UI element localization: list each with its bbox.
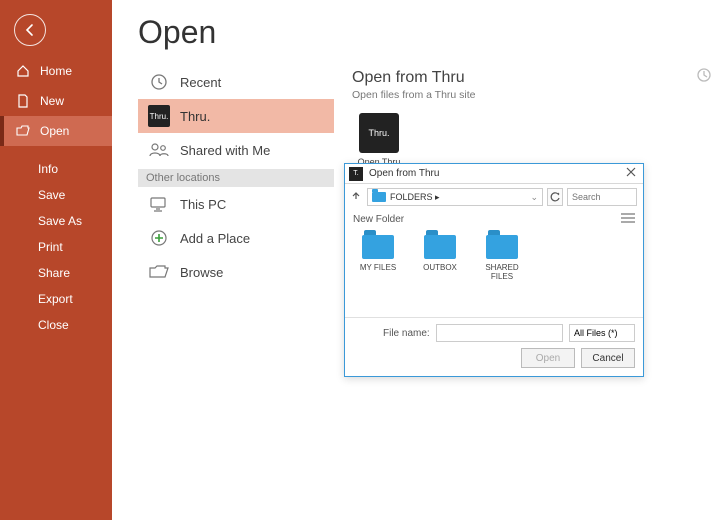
folder-open-icon (14, 125, 32, 137)
dialog-nav: FOLDERS ▸ ⌄ (345, 184, 643, 210)
open-detail-panel: Open from Thru Open files from a Thru si… (334, 65, 720, 289)
new-folder-button[interactable]: New Folder (353, 214, 404, 225)
location-label: Recent (180, 75, 221, 90)
folder-icon (424, 235, 456, 259)
location-add-place[interactable]: Add a Place (138, 221, 334, 255)
location-label: Add a Place (180, 231, 250, 246)
sidebar-item-home[interactable]: Home (0, 56, 112, 86)
backstage-sidebar: Home New Open Info Save Save As Print Sh… (0, 0, 112, 520)
refresh-icon (550, 192, 560, 202)
location-recent[interactable]: Recent (138, 65, 334, 99)
folder-item[interactable]: SHARED FILES (479, 233, 525, 281)
chevron-down-icon: ⌄ (530, 192, 538, 203)
sidebar-item-export[interactable]: Export (0, 286, 112, 312)
breadcrumb-bar[interactable]: FOLDERS ▸ ⌄ (367, 188, 543, 206)
folder-name: SHARED FILES (479, 263, 525, 281)
folder-name: MY FILES (355, 263, 401, 272)
sidebar-item-share[interactable]: Share (0, 260, 112, 286)
detail-subtitle: Open files from a Thru site (352, 89, 692, 101)
sidebar-item-open[interactable]: Open (0, 116, 112, 146)
open-locations-list: Recent Thru. Thru. Shared with Me Other … (138, 65, 334, 289)
dialog-title: Open from Thru (369, 168, 623, 179)
file-list: MY FILES OUTBOX SHARED FILES (345, 229, 643, 317)
refresh-button[interactable] (547, 188, 563, 206)
dialog-buttons: Open Cancel (345, 348, 643, 376)
location-label: Thru. (180, 109, 210, 124)
file-filter-select[interactable] (569, 324, 635, 342)
location-label: Browse (180, 265, 223, 280)
folder-name: OUTBOX (417, 263, 463, 272)
location-thru[interactable]: Thru. Thru. (138, 99, 334, 133)
dialog-titlebar: T. Open from Thru (345, 164, 643, 184)
sidebar-item-info[interactable]: Info (0, 156, 112, 182)
sidebar-item-close[interactable]: Close (0, 312, 112, 338)
dialog-toolbar: New Folder (345, 210, 643, 229)
dialog-filename-row: File name: (345, 317, 643, 348)
pin-icon[interactable] (696, 67, 712, 86)
sidebar-label: New (40, 94, 64, 108)
dialog-search-input[interactable] (567, 188, 637, 206)
sidebar-label: Open (40, 124, 69, 138)
dialog-close-button[interactable] (623, 167, 639, 180)
folder-icon (486, 235, 518, 259)
page-title: Open (138, 14, 720, 51)
add-place-icon (146, 229, 172, 247)
dialog-app-icon: T. (349, 167, 363, 181)
folder-icon (362, 235, 394, 259)
breadcrumb-text: FOLDERS ▸ (390, 192, 440, 203)
locations-divider: Other locations (138, 169, 334, 187)
folder-open-icon (146, 265, 172, 279)
detail-title: Open from Thru (352, 69, 692, 87)
close-icon (626, 167, 636, 177)
filename-input[interactable] (436, 324, 563, 342)
sidebar-label: Home (40, 64, 72, 78)
home-icon (14, 64, 32, 78)
list-view-icon (621, 213, 635, 223)
back-button[interactable] (14, 14, 46, 46)
location-browse[interactable]: Browse (138, 255, 334, 289)
dialog-open-button[interactable]: Open (521, 348, 575, 368)
file-open-dialog: T. Open from Thru FOLDERS ▸ (344, 163, 644, 377)
nav-up-button[interactable] (351, 191, 363, 204)
sidebar-item-new[interactable]: New (0, 86, 112, 116)
open-thru-tile[interactable]: Thru. Open Thru (352, 113, 406, 167)
filename-label: File name: (383, 328, 430, 339)
thru-icon: Thru. (146, 105, 172, 127)
clock-icon (146, 73, 172, 91)
thru-tile-icon: Thru. (359, 113, 399, 153)
sidebar-item-saveas[interactable]: Save As (0, 208, 112, 234)
file-icon (14, 94, 32, 108)
folder-item[interactable]: OUTBOX (417, 233, 463, 272)
location-this-pc[interactable]: This PC (138, 187, 334, 221)
location-label: Shared with Me (180, 143, 270, 158)
sidebar-item-print[interactable]: Print (0, 234, 112, 260)
location-shared-with-me[interactable]: Shared with Me (138, 133, 334, 167)
back-arrow-icon (23, 23, 37, 37)
shared-icon (146, 142, 172, 158)
folder-icon (372, 192, 386, 202)
dialog-cancel-button[interactable]: Cancel (581, 348, 635, 368)
arrow-up-icon (351, 191, 361, 201)
main-panel: Open Recent Thru. Thru. (112, 0, 720, 520)
sidebar-item-save[interactable]: Save (0, 182, 112, 208)
view-options-button[interactable] (621, 213, 635, 226)
location-label: This PC (180, 197, 226, 212)
pc-icon (146, 196, 172, 212)
folder-item[interactable]: MY FILES (355, 233, 401, 272)
